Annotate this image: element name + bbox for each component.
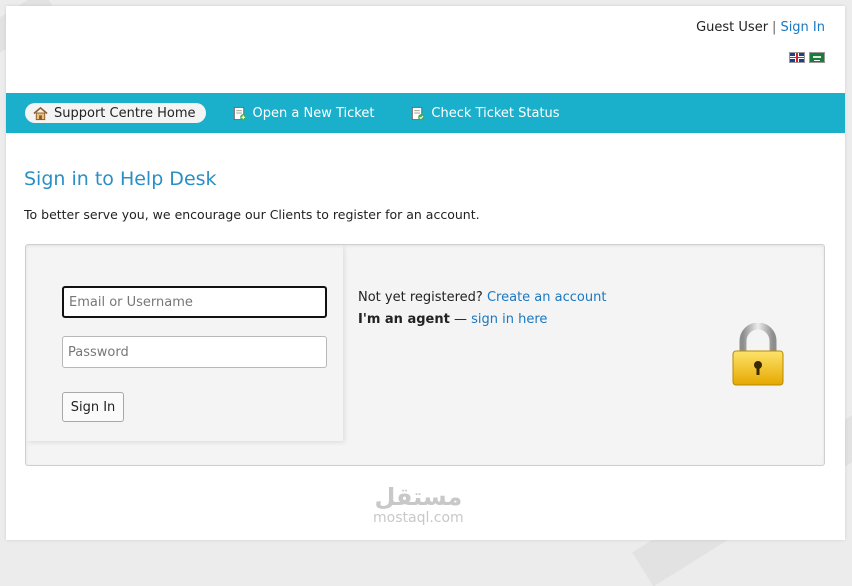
nav-check-ticket-status[interactable]: Check Ticket Status [402,103,569,123]
create-account-link[interactable]: Create an account [487,290,606,305]
padlock-icon [732,323,784,386]
user-bar: Guest User | Sign In [696,20,825,35]
language-selector [789,52,825,63]
uk-flag-icon[interactable] [789,52,805,63]
register-line: Not yet registered? Create an account [358,287,606,309]
nav-label: Check Ticket Status [431,105,560,121]
saudi-flag-icon[interactable] [809,52,825,63]
login-form: Sign In [26,245,343,441]
sign-in-link[interactable]: Sign In [780,20,825,35]
nav-open-new-ticket[interactable]: Open a New Ticket [224,103,385,123]
watermark: مستقل mostaql.com [373,484,464,526]
home-icon [33,106,48,120]
password-input[interactable] [62,336,327,368]
not-registered-text: Not yet registered? [358,290,483,305]
page-title: Sign in to Help Desk [24,168,217,190]
nav-support-centre-home[interactable]: Support Centre Home [25,103,206,123]
intro-text: To better serve you, we encourage our Cl… [24,207,480,222]
separator: | [772,20,777,35]
sign-in-button[interactable]: Sign In [62,392,124,422]
watermark-arabic: مستقل [374,483,463,511]
watermark-latin: mostaql.com [373,510,464,526]
guest-user-label: Guest User [696,20,769,35]
nav-label: Support Centre Home [54,105,196,121]
account-options: Not yet registered? Create an account I'… [358,287,606,331]
ticket-status-icon [412,106,425,120]
nav-label: Open a New Ticket [252,105,375,121]
page: Guest User | Sign In Support Centre Home O… [6,6,845,540]
agent-line: I'm an agent — sign in here [358,309,606,331]
login-panel: Sign In Not yet registered? Create an ac… [25,244,825,466]
main-nav: Support Centre Home Open a New Ticket Ch… [6,93,845,133]
new-ticket-icon [233,106,246,120]
agent-dash: — [453,312,467,327]
agent-sign-in-link[interactable]: sign in here [471,312,547,327]
username-input[interactable] [62,286,327,318]
agent-label: I'm an agent [358,312,450,327]
